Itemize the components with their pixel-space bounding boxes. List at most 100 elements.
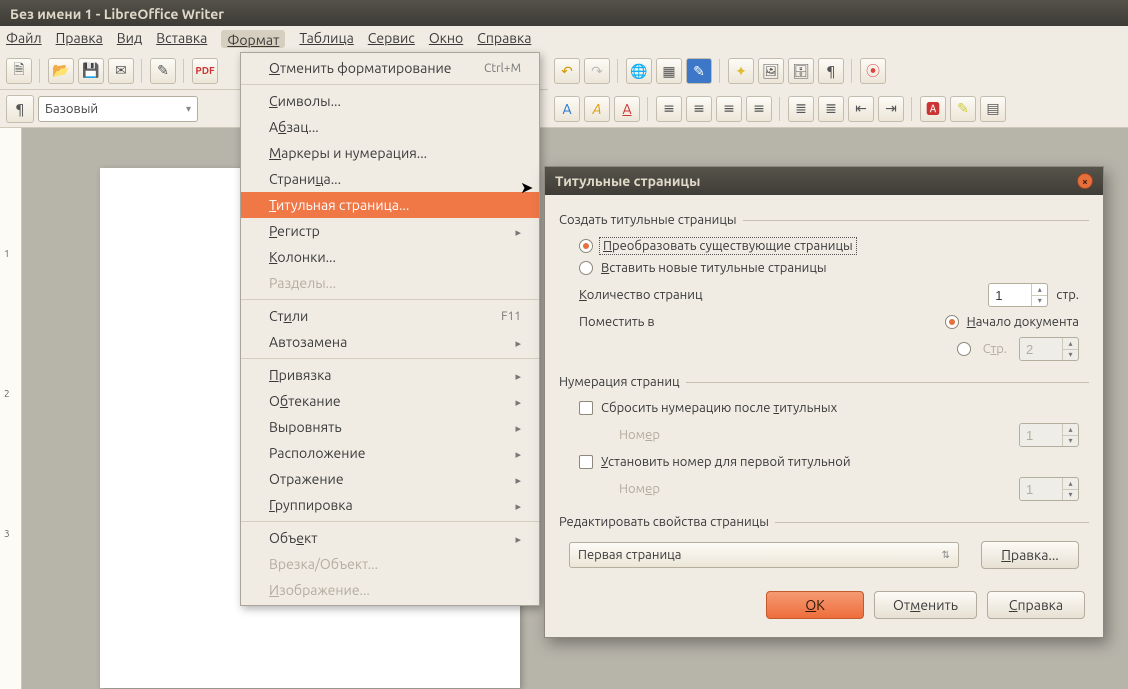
align-left-icon[interactable]: ≡ [656, 96, 682, 122]
hyperlink-icon[interactable]: 🌐 [626, 58, 652, 84]
close-icon[interactable]: × [1077, 173, 1093, 189]
spin-pagecount[interactable]: ▴▾ [988, 283, 1048, 307]
mi-clear-formatting[interactable]: Отменить форматирование Ctrl+M [241, 55, 539, 81]
indent-dec-icon[interactable]: ⇤ [848, 96, 874, 122]
redo-icon[interactable]: ↷ [584, 58, 610, 84]
align-right-icon[interactable]: ≡ [716, 96, 742, 122]
list-number-icon[interactable]: ≣ [818, 96, 844, 122]
drawing-icon[interactable]: ✎ [686, 58, 712, 84]
gallery-icon[interactable]: 🖼 [758, 58, 784, 84]
radio-docstart[interactable] [945, 315, 959, 329]
indent-inc-icon[interactable]: ⇥ [878, 96, 904, 122]
radio-row-insert[interactable]: Вставить новые титульные страницы [559, 257, 1089, 279]
mi-flip[interactable]: Отражение [241, 466, 539, 492]
title-pages-dialog[interactable]: Титульные страницы × Создать титульные с… [544, 166, 1104, 638]
button-help[interactable]: Справка [987, 591, 1085, 619]
highlight-a-icon[interactable]: A [554, 96, 580, 122]
combo-pagestyle[interactable]: Первая страница ⇅ [569, 542, 959, 568]
save-icon[interactable]: 💾 [78, 58, 104, 84]
group-make-title-pages: Создать титульные страницы Преобразовать… [559, 213, 1089, 367]
input-pageat [1020, 338, 1062, 360]
radio-page[interactable] [957, 342, 971, 356]
datasource-icon[interactable]: 🗄 [788, 58, 814, 84]
radio-convert[interactable] [579, 239, 593, 253]
dialog-titlebar[interactable]: Титульные страницы × [545, 167, 1103, 195]
mi-align[interactable]: Выровнять [241, 414, 539, 440]
spin-number1: ▴▾ [1019, 423, 1079, 447]
mi-group[interactable]: Группировка [241, 492, 539, 518]
dialog-button-row: ОК Отменить Справка [559, 579, 1089, 623]
format-menu-dropdown[interactable]: Отменить форматирование Ctrl+M Символы..… [240, 52, 540, 606]
row-number2: Номер ▴▾ [559, 473, 1089, 505]
mi-arrange[interactable]: Расположение [241, 440, 539, 466]
vertical-ruler: 1 2 3 [0, 128, 22, 689]
chevron-up-down-icon: ⇅ [942, 549, 950, 561]
radio-insert[interactable] [579, 261, 593, 275]
check-setfirst[interactable] [579, 455, 593, 469]
new-doc-icon[interactable]: 🗎 [6, 58, 32, 84]
formatting-marks-icon[interactable]: ¶ [818, 58, 844, 84]
mi-anchor[interactable]: Привязка [241, 362, 539, 388]
button-cancel[interactable]: Отменить [874, 591, 977, 619]
email-icon[interactable]: ✉ [108, 58, 134, 84]
mi-page[interactable]: Страница... [241, 166, 539, 192]
paragraph-style-combo[interactable]: Базовый ▾ [38, 96, 198, 122]
menu-window[interactable]: Окно [429, 30, 463, 48]
undo-icon[interactable]: ↶ [554, 58, 580, 84]
spin-pageat: ▴▾ [1019, 337, 1079, 361]
menu-edit[interactable]: Правка [56, 30, 103, 48]
button-ok[interactable]: ОК [766, 591, 864, 619]
mi-bullets[interactable]: Маркеры и нумерация... [241, 140, 539, 166]
group-page-numbering: Нумерация страниц Сбросить нумерацию пос… [559, 375, 1089, 507]
mi-autocorrect[interactable]: Автозамена [241, 329, 539, 355]
mi-paragraph[interactable]: Абзац... [241, 114, 539, 140]
row-placeat: Поместить в Начало документа [559, 311, 1089, 333]
mi-sections: Разделы... [241, 270, 539, 296]
input-pagecount[interactable] [989, 284, 1031, 306]
menu-help[interactable]: Справка [477, 30, 531, 48]
underline-a-icon[interactable]: A [614, 96, 640, 122]
edit-icon[interactable]: ✎ [150, 58, 176, 84]
mi-columns[interactable]: Колонки... [241, 244, 539, 270]
menu-insert[interactable]: Вставка [156, 30, 207, 48]
radio-row-convert[interactable]: Преобразовать существующие страницы [559, 235, 1089, 257]
mi-object[interactable]: Объект [241, 525, 539, 551]
toolbar-formatting-right: A A A ≡ ≡ ≡ ≡ ≣ ≣ ⇤ ⇥ 🅰 ✎ ▤ [548, 90, 1128, 128]
pdf-icon[interactable]: PDF [192, 58, 218, 84]
help-icon[interactable]: ⦿ [860, 58, 886, 84]
window-title: Без имени 1 - LibreOffice Writer [10, 6, 224, 22]
menu-table[interactable]: Таблица [299, 30, 353, 48]
menu-service[interactable]: Сервис [368, 30, 415, 48]
button-edit-props[interactable]: Правка... [981, 541, 1079, 569]
row-setfirst[interactable]: Установить номер для первой титульной [559, 451, 1089, 473]
check-reset[interactable] [579, 401, 593, 415]
chevron-down-icon: ▾ [186, 103, 191, 115]
align-justify-icon[interactable]: ≡ [746, 96, 772, 122]
menu-format[interactable]: Формат [221, 30, 285, 48]
mi-styles[interactable]: СтилиF11 [241, 303, 539, 329]
row-reset[interactable]: Сбросить нумерацию после титульных [559, 397, 1089, 419]
italic-a-icon[interactable]: A [584, 96, 610, 122]
mi-register[interactable]: Регистр [241, 218, 539, 244]
row-pagecount: Количество страниц ▴▾ стр. [559, 279, 1089, 311]
menu-file[interactable]: Файл [6, 30, 42, 48]
navigator-icon[interactable]: ✦ [728, 58, 754, 84]
mi-title-page[interactable]: Титульная страница... [241, 192, 539, 218]
align-center-icon[interactable]: ≡ [686, 96, 712, 122]
highlight-icon[interactable]: ✎ [950, 96, 976, 122]
window-titlebar: Без имени 1 - LibreOffice Writer [0, 0, 1128, 26]
list-bullet-icon[interactable]: ≣ [788, 96, 814, 122]
font-color-icon[interactable]: 🅰 [920, 96, 946, 122]
mi-frame-object: Врезка/Объект... [241, 551, 539, 577]
mi-wrap[interactable]: Обтекание [241, 388, 539, 414]
mi-characters[interactable]: Символы... [241, 88, 539, 114]
bgcolor-icon[interactable]: ▤ [980, 96, 1006, 122]
spin-number2: ▴▾ [1019, 477, 1079, 501]
menu-view[interactable]: Вид [117, 30, 142, 48]
menubar[interactable]: Файл Правка Вид Вставка Формат Таблица С… [0, 26, 1128, 52]
open-icon[interactable]: 📂 [48, 58, 74, 84]
table-icon[interactable]: ▦ [656, 58, 682, 84]
styles-icon[interactable]: ¶ [6, 95, 34, 123]
group-edit-props: Редактировать свойства страницы Первая с… [559, 515, 1089, 575]
cursor-icon: ➤ [520, 178, 533, 197]
